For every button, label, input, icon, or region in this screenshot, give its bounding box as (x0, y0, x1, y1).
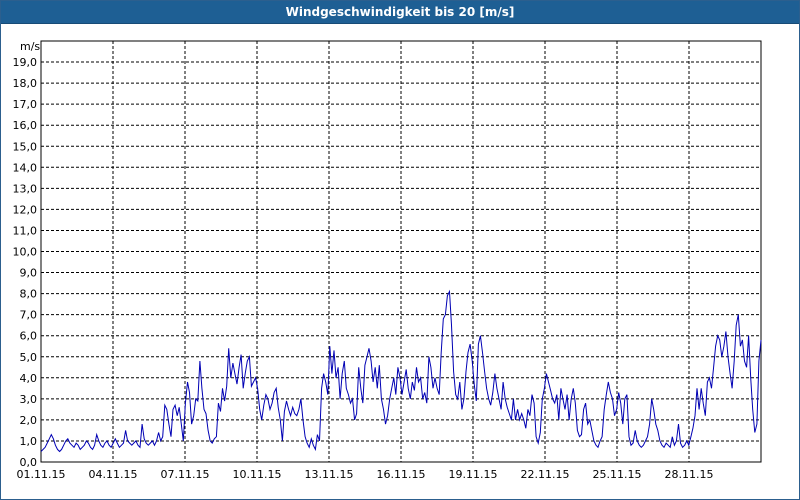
y-tick-label: 17,0 (13, 98, 38, 111)
x-tick-label: 19.11.15 (449, 468, 498, 481)
chart-window: Windgeschwindigkeit bis 20 [m/s] 0,0 1,0 2… (0, 0, 800, 500)
y-tick-label: 13,0 (13, 182, 38, 195)
y-axis-unit: m/s (20, 40, 40, 53)
y-tick-label: 1,0 (20, 435, 38, 448)
x-tick-label: 04.11.15 (89, 468, 138, 481)
y-tick-label: 2,0 (20, 414, 38, 427)
y-axis-labels: 0,01,02,03,04,05,06,07,08,09,010,011,012… (13, 56, 38, 469)
x-tick-label: 22.11.15 (521, 468, 570, 481)
x-tick-label: 10.11.15 (233, 468, 282, 481)
y-tick-label: 16,0 (13, 119, 38, 132)
wind-speed-chart: 0,01,02,03,04,05,06,07,08,09,010,011,012… (13, 40, 762, 481)
x-tick-label: 07.11.15 (161, 468, 210, 481)
y-tick-label: 11,0 (13, 224, 38, 237)
x-tick-label: 28.11.15 (665, 468, 714, 481)
x-tick-label: 01.11.15 (17, 468, 66, 481)
y-tick-label: 15,0 (13, 140, 38, 153)
x-tick-label: 25.11.15 (593, 468, 642, 481)
window-title: Windgeschwindigkeit bis 20 [m/s] (1, 1, 799, 24)
y-tick-label: 18,0 (13, 77, 38, 90)
y-tick-label: 6,0 (20, 330, 38, 343)
y-tick-label: 10,0 (13, 246, 38, 259)
y-tick-label: 9,0 (20, 267, 38, 280)
y-tick-label: 14,0 (13, 161, 38, 174)
grid-lines (41, 41, 761, 462)
y-tick-label: 8,0 (20, 288, 38, 301)
x-tick-label: 16.11.15 (377, 468, 426, 481)
y-tick-label: 7,0 (20, 309, 38, 322)
y-tick-label: 5,0 (20, 351, 38, 364)
y-tick-label: 4,0 (20, 372, 38, 385)
y-tick-label: 19,0 (13, 56, 38, 69)
y-tick-label: 3,0 (20, 393, 38, 406)
x-tick-label: 13.11.15 (305, 468, 354, 481)
x-axis-labels: 01.11.15 04.11.15 07.11.15 10.11.15 13.11.15… (17, 468, 714, 481)
y-tick-label: 12,0 (13, 203, 38, 216)
